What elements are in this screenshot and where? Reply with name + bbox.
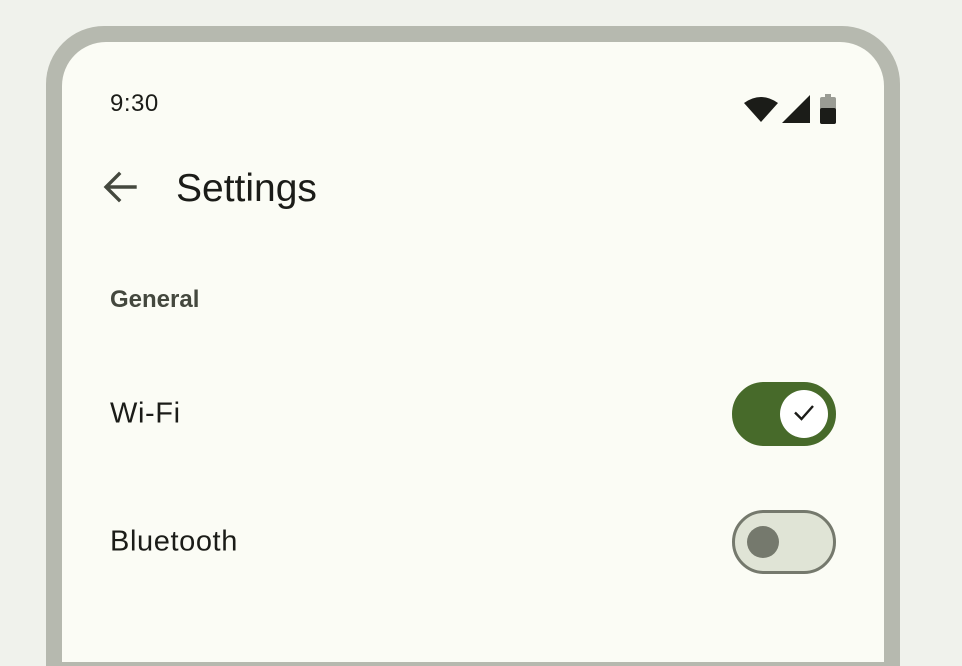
top-app-bar: Settings	[62, 160, 884, 220]
battery-icon	[820, 94, 836, 124]
setting-label-bluetooth: Bluetooth	[110, 525, 238, 558]
page-title: Settings	[176, 167, 317, 210]
back-button[interactable]	[96, 165, 144, 213]
bluetooth-toggle-thumb	[747, 526, 779, 558]
wifi-icon	[744, 96, 778, 122]
section-header-general: General	[110, 286, 200, 313]
bluetooth-toggle[interactable]	[732, 510, 836, 574]
check-icon	[792, 400, 816, 429]
phone-screen: 9:30 Settings General Wi-Fi Bluetooth	[62, 42, 884, 662]
cellular-signal-icon	[782, 95, 810, 123]
arrow-back-icon	[102, 169, 138, 210]
status-bar-icons	[744, 94, 836, 124]
status-bar-time: 9:30	[110, 90, 159, 117]
wifi-toggle[interactable]	[732, 382, 836, 446]
wifi-toggle-thumb	[780, 390, 828, 438]
setting-label-wifi: Wi-Fi	[110, 397, 181, 430]
setting-row-wifi[interactable]: Wi-Fi	[62, 364, 884, 464]
setting-row-bluetooth[interactable]: Bluetooth	[62, 492, 884, 592]
